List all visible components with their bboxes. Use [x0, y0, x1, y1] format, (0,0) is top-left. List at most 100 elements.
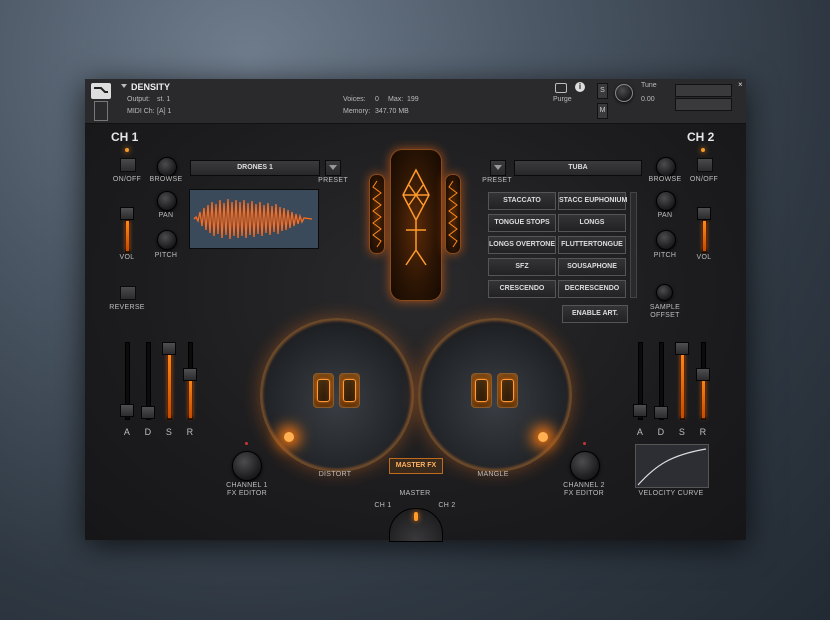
articulation-sousaphone[interactable]: SOUSAPHONE — [558, 258, 626, 276]
ch1-onoff-led — [125, 148, 129, 152]
ch2-browse-knob[interactable] — [656, 157, 676, 177]
left-small-tube — [369, 174, 385, 254]
tune-label: Tune — [641, 82, 657, 89]
master-label: MASTER — [399, 490, 431, 497]
ch1-waveform-display[interactable] — [189, 189, 319, 249]
ch1-browse-knob[interactable] — [157, 157, 177, 177]
mute-button[interactable]: M — [597, 103, 608, 119]
solo-button[interactable]: S — [597, 83, 608, 99]
ch1-pitch-label: PITCH — [154, 252, 178, 259]
ch2-pitch-knob[interactable] — [656, 230, 676, 250]
ch1-reverse-button[interactable] — [120, 286, 136, 300]
ch2-preset-arrow[interactable] — [490, 160, 506, 176]
ch1-vol-fader[interactable] — [120, 207, 134, 253]
ch1-preset-dropdown[interactable]: DRONES 1 — [190, 160, 320, 176]
camera-icon[interactable] — [555, 83, 567, 93]
ch1-pan-knob[interactable] — [157, 191, 177, 211]
ch2-pan-knob[interactable] — [656, 191, 676, 211]
ch1-reverse-label: REVERSE — [109, 304, 145, 311]
mangle-orb[interactable] — [418, 318, 572, 472]
midi-label: MIDI Ch: — [127, 108, 155, 115]
distort-nixie-1 — [313, 373, 334, 408]
ch1-attack-fader[interactable] — [120, 342, 134, 420]
ch2-onoff-label: ON/OFF — [689, 176, 719, 183]
master-crossfade-knob[interactable] — [389, 508, 443, 542]
ch2-sample-offset-knob[interactable] — [656, 284, 673, 301]
ch1-decay-fader[interactable] — [141, 342, 155, 420]
ch2-vol-label: VOL — [696, 254, 712, 261]
articulation-staccato[interactable]: STACCATO — [488, 192, 556, 210]
articulation-longs[interactable]: LONGS — [558, 214, 626, 232]
ch2-vol-fader[interactable] — [697, 207, 711, 253]
tune-knob[interactable] — [615, 84, 633, 102]
ch1-fx-editor-label-1: CHANNEL 1 — [226, 482, 268, 489]
articulation-crescendo[interactable]: CRESCENDO — [488, 280, 556, 298]
articulation-fluttertongue[interactable]: FLUTTERTONGUE — [558, 236, 626, 254]
ch2-adsr-d: D — [657, 427, 665, 437]
ch2-decay-fader[interactable] — [654, 342, 668, 420]
distort-orb[interactable] — [260, 318, 414, 472]
articulation-stacc-euphonium[interactable]: STACC EUPHONIUM — [558, 192, 627, 210]
purge-button[interactable]: Purge — [553, 96, 572, 103]
ch1-fx-editor-label-2: FX EDITOR — [227, 490, 267, 497]
memory-value: 347.70 MB — [375, 108, 409, 115]
close-icon[interactable]: × — [738, 80, 743, 89]
ch2-preset-dropdown[interactable]: TUBA — [514, 160, 642, 176]
voices-value: 0 — [375, 96, 379, 103]
ch2-fx-editor-knob[interactable] — [570, 451, 600, 481]
ch1-fx-led — [245, 442, 248, 445]
ch1-release-fader[interactable] — [183, 342, 197, 420]
ch2-title: CH 2 — [687, 130, 715, 144]
ch2-fx-editor-label-2: FX EDITOR — [564, 490, 604, 497]
articulation-longs-overtone[interactable]: LONGS OVERTONE — [488, 236, 556, 254]
ch1-onoff-button[interactable] — [120, 158, 136, 172]
articulation-scrollbar[interactable] — [630, 192, 637, 298]
ch2-onoff-led — [701, 148, 705, 152]
ch1-sustain-fader[interactable] — [162, 342, 176, 420]
articulation-tongue-stops[interactable]: TONGUE STOPS — [488, 214, 556, 232]
ch1-onoff-label: ON/OFF — [112, 176, 142, 183]
output-meter-2 — [675, 98, 732, 111]
instrument-name: DENSITY — [131, 82, 171, 92]
ch2-onoff-button[interactable] — [697, 158, 713, 172]
ch2-sustain-fader[interactable] — [675, 342, 689, 420]
ch2-sample-offset-label-1: SAMPLE — [649, 304, 681, 311]
ch2-fx-led — [583, 442, 586, 445]
articulation-decrescendo[interactable]: DECRESCENDO — [558, 280, 626, 298]
master-fx-button[interactable]: MASTER FX — [389, 458, 443, 474]
ch2-preset-value: TUBA — [568, 164, 588, 171]
master-ch1-label: CH 1 — [374, 502, 392, 509]
mangle-label: MANGLE — [477, 471, 509, 478]
ch2-adsr-a: A — [636, 427, 644, 437]
ch1-adsr-a: A — [123, 427, 131, 437]
enable-art-button[interactable]: ENABLE ART. — [562, 305, 628, 323]
ch1-preset-arrow[interactable] — [325, 160, 341, 176]
ch1-pitch-knob[interactable] — [157, 230, 177, 250]
ch1-adsr-d: D — [144, 427, 152, 437]
distort-nixie-2 — [339, 373, 360, 408]
distort-glow — [284, 432, 294, 442]
ch1-fx-editor-knob[interactable] — [232, 451, 262, 481]
collapse-arrow-icon[interactable] — [121, 84, 127, 88]
ch2-release-fader[interactable] — [696, 342, 710, 420]
tool-icon[interactable] — [91, 83, 111, 99]
ch2-adsr-r: R — [699, 427, 707, 437]
max-value[interactable]: 199 — [407, 96, 419, 103]
ch2-pan-label: PAN — [657, 212, 673, 219]
articulation-sfz[interactable]: SFZ — [488, 258, 556, 276]
mangle-glow — [538, 432, 548, 442]
ch2-pitch-label: PITCH — [653, 252, 677, 259]
voices-label: Voices: — [343, 96, 366, 103]
kontakt-logo — [94, 101, 108, 121]
info-icon[interactable]: i — [575, 82, 585, 92]
ch1-browse-label: BROWSE — [149, 176, 183, 183]
ch2-attack-fader[interactable] — [633, 342, 647, 420]
instrument-panel: CH 1 ON/OFF BROWSE PAN PITCH VOL REVERSE… — [85, 124, 746, 542]
output-value[interactable]: st. 1 — [157, 96, 170, 103]
midi-value[interactable]: [A] 1 — [157, 108, 171, 115]
velocity-curve-display[interactable] — [635, 444, 709, 488]
ch1-adsr-s: S — [165, 427, 173, 437]
ch2-adsr-s: S — [678, 427, 686, 437]
ch1-pan-label: PAN — [158, 212, 174, 219]
distort-label: DISTORT — [318, 471, 352, 478]
